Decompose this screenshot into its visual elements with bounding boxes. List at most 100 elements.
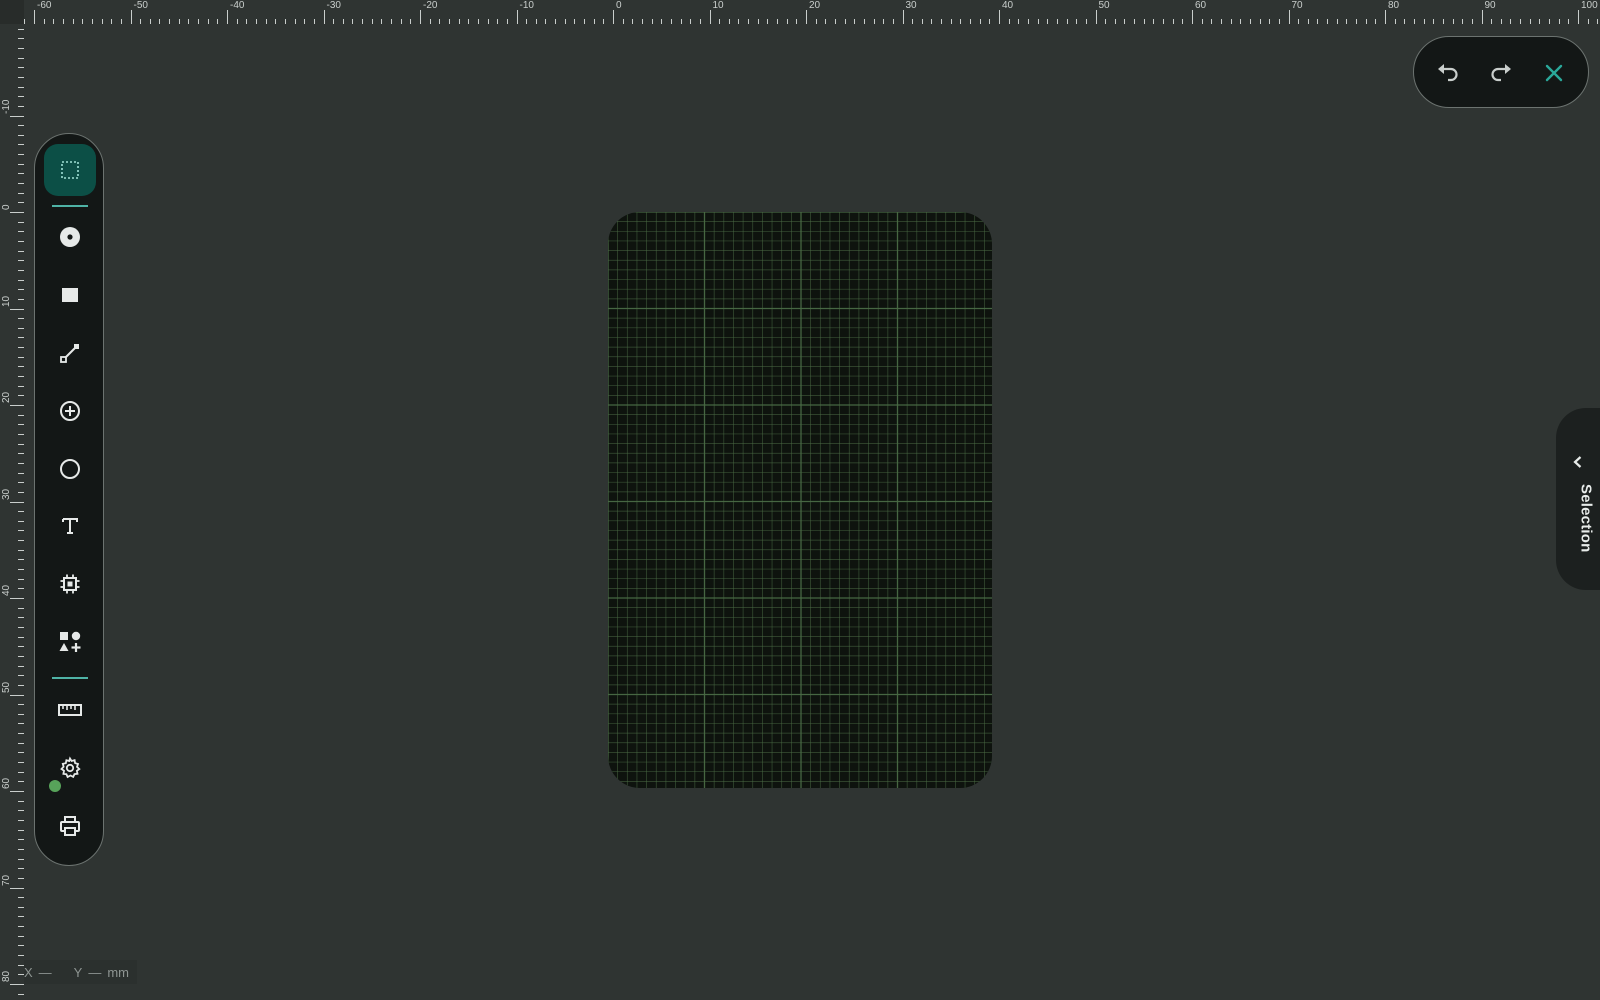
toolbar-separator <box>52 205 88 207</box>
ruler-tick <box>1346 19 1348 24</box>
redo-button[interactable] <box>1485 57 1517 89</box>
ruler-tick <box>18 318 24 320</box>
ruler-tick <box>18 868 24 870</box>
ruler-tick <box>1385 10 1386 24</box>
ruler-tick <box>950 19 952 24</box>
ruler-tick <box>18 86 24 88</box>
measure-tool[interactable] <box>44 684 96 736</box>
ruler-tick <box>72 19 74 24</box>
selection-panel-toggle[interactable]: Selection <box>1556 408 1600 590</box>
ruler-tick <box>1394 19 1396 24</box>
ruler-tick <box>593 19 595 24</box>
ruler-tick <box>111 19 113 24</box>
ruler-tick <box>603 19 605 24</box>
ruler-tick <box>255 19 257 24</box>
ruler-tick <box>18 38 24 40</box>
ruler-tick <box>1375 19 1377 24</box>
ruler-label: 40 <box>1 584 12 596</box>
redo-icon <box>1491 64 1511 82</box>
ruler-tick <box>786 19 788 24</box>
ruler-tick <box>198 19 200 24</box>
ruler-label: -10 <box>1 99 12 114</box>
ruler-tick <box>458 19 460 24</box>
ruler-tick <box>294 19 296 24</box>
ruler-tick <box>400 19 402 24</box>
ruler-tick <box>18 877 24 879</box>
ruler-tick <box>728 19 730 24</box>
ruler-tick <box>825 19 827 24</box>
ruler-tick <box>10 115 24 117</box>
ruler-tick <box>18 453 24 455</box>
ruler-tick <box>18 366 24 368</box>
ruler-label: 10 <box>712 0 724 11</box>
ruler-tick <box>18 250 24 252</box>
circle-outline-icon <box>60 459 80 479</box>
ruler-tick <box>236 19 238 24</box>
pad-tool[interactable] <box>44 211 96 263</box>
ruler-tick <box>1491 19 1493 24</box>
pcb-board[interactable] <box>608 212 992 788</box>
ruler-tick <box>690 19 692 24</box>
ruler-left: -10 0 10 20 30 40 50 60 70 80 <box>0 24 24 1000</box>
ruler-tick <box>439 19 441 24</box>
ruler-tick <box>18 356 24 358</box>
via-tool[interactable] <box>44 385 96 437</box>
select-tool[interactable] <box>44 144 96 196</box>
ruler-tick <box>18 385 24 387</box>
rect-tool[interactable] <box>44 269 96 321</box>
ruler-tick <box>18 665 24 667</box>
ruler-tick <box>18 96 24 98</box>
ruler-tick <box>18 530 24 532</box>
ruler-tick <box>18 848 24 850</box>
ruler-tick <box>1066 19 1068 24</box>
ruler-tick <box>1124 19 1126 24</box>
gear-icon <box>60 756 81 779</box>
ruler-tick <box>18 337 24 339</box>
filled-circle-dot-icon <box>60 227 80 247</box>
ruler-tick <box>246 19 248 24</box>
ruler-tick <box>34 10 35 24</box>
ruler-tick <box>18 704 24 706</box>
text-t-icon <box>62 518 78 534</box>
ruler-tick <box>18 221 24 223</box>
ruler-tick <box>1278 19 1280 24</box>
ruler-top: -60 -50 -40 -30 -20 -10 0 10 20 30 40 50 60 70 80 90 100 <box>24 0 1600 24</box>
ruler-tick <box>18 646 24 648</box>
undo-button[interactable] <box>1432 57 1464 89</box>
ruler-tick <box>18 559 24 561</box>
ruler-tick <box>1481 10 1483 24</box>
circle-tool[interactable] <box>44 443 96 495</box>
ruler-tick <box>555 19 557 24</box>
ruler-tick <box>18 655 24 657</box>
ruler-label: 40 <box>1002 0 1014 11</box>
trace-tool[interactable] <box>44 327 96 379</box>
ruler-tick <box>477 19 479 24</box>
circle-plus-icon <box>60 401 80 421</box>
print-tool[interactable] <box>44 800 96 852</box>
ruler-tick <box>680 19 682 24</box>
ruler-tick <box>796 19 798 24</box>
ruler-tick <box>564 19 566 24</box>
ruler-tick <box>584 19 586 24</box>
ruler-tick <box>641 19 643 24</box>
ruler-label: 100 <box>1581 0 1598 11</box>
ruler-tick <box>227 10 228 24</box>
shapes-tool[interactable] <box>44 616 96 668</box>
ruler-tick <box>207 19 209 24</box>
ruler-tick <box>149 19 151 24</box>
component-tool[interactable] <box>44 558 96 610</box>
text-tool[interactable] <box>44 500 96 552</box>
ruler-tick <box>362 19 364 24</box>
ruler-tick <box>1597 19 1599 24</box>
ruler-tick <box>18 327 24 329</box>
ruler-tick <box>1037 19 1039 24</box>
ruler-tick <box>670 19 672 24</box>
ruler-tick <box>999 10 1000 24</box>
ruler-label: 20 <box>1 391 12 403</box>
ruler-tick <box>1056 19 1058 24</box>
ruler-tick <box>1047 19 1049 24</box>
chevron-left-icon <box>1573 456 1582 468</box>
ruler-tick <box>18 231 24 233</box>
close-button[interactable] <box>1538 57 1570 89</box>
ruler-label: 80 <box>1388 0 1400 11</box>
